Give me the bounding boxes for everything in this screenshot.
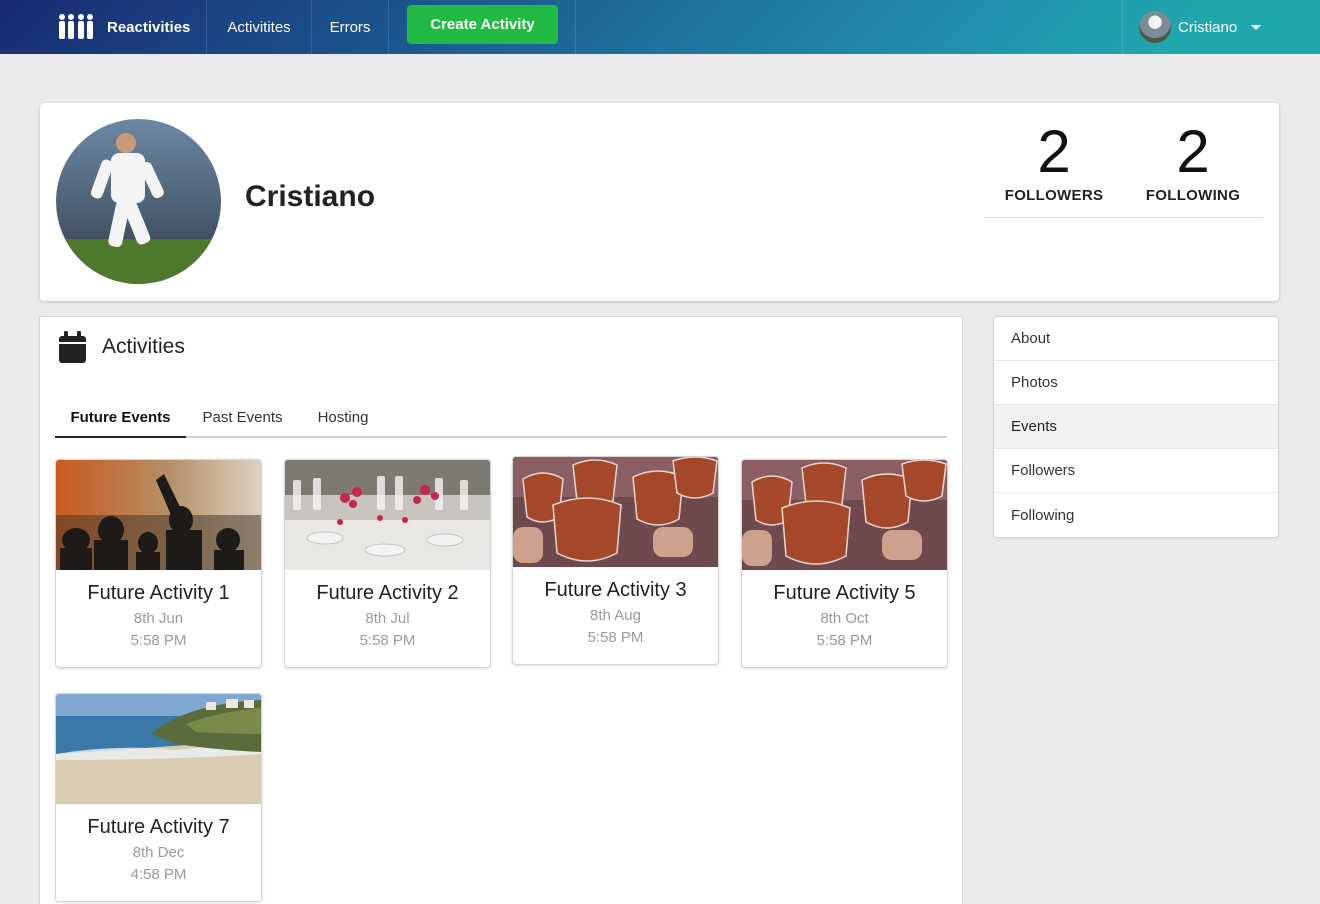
calendar-icon (59, 331, 86, 363)
followers-stat: 2 FOLLOWERS (984, 117, 1124, 204)
followers-label: FOLLOWERS (1004, 187, 1104, 204)
event-card[interactable]: Future Activity 5 8th Oct 5:58 PM (741, 459, 948, 668)
brand-label: Reactivities (107, 18, 191, 36)
profile-header: Cristiano 2 FOLLOWERS 2 FOLLOWING (40, 103, 1279, 301)
brand-link[interactable]: Reactivities (40, 0, 206, 54)
event-date: 8th Jul (365, 610, 410, 627)
nav-divider (388, 0, 389, 54)
following-count: 2 (1176, 118, 1210, 185)
nav-activities-link[interactable]: Activitites (207, 0, 311, 54)
event-card[interactable]: Future Activity 7 8th Dec 4:58 PM (55, 693, 262, 902)
event-time: 5:58 PM (130, 632, 187, 649)
activities-title: Activities (102, 335, 185, 358)
side-menu-photos[interactable]: Photos (994, 361, 1278, 405)
user-avatar (1139, 11, 1171, 43)
following-stat: 2 FOLLOWING (1123, 117, 1263, 204)
event-image-beach (56, 694, 261, 804)
event-tabs: Future Events Past Events Hosting (55, 397, 947, 438)
event-card[interactable]: Future Activity 3 8th Aug 5:58 PM (512, 456, 719, 665)
event-image-concert (56, 460, 261, 570)
user-menu-dropdown[interactable]: Cristiano (1123, 0, 1280, 54)
nav-errors-link[interactable]: Errors (312, 0, 388, 54)
side-menu-followers[interactable]: Followers (994, 449, 1278, 493)
event-image-drinks (742, 460, 947, 570)
active-tab-indicator (55, 436, 186, 438)
activities-header: Activities (59, 331, 185, 363)
event-time: 5:58 PM (816, 632, 873, 649)
people-logo-icon (59, 14, 93, 39)
event-image-drinks (513, 457, 718, 567)
create-activity-button[interactable]: Create Activity (407, 5, 558, 44)
stats-divider (984, 217, 1263, 218)
event-title: Future Activity 2 (316, 582, 459, 604)
tab-hosting[interactable]: Hosting (299, 397, 387, 438)
event-date: 8th Dec (132, 844, 185, 861)
following-label: FOLLOWING (1145, 187, 1241, 204)
event-date: 8th Jun (133, 610, 184, 627)
nav-divider (575, 0, 576, 54)
event-image-dinner-table (285, 460, 490, 570)
event-date: 8th Oct (820, 610, 869, 627)
side-menu-following[interactable]: Following (994, 493, 1278, 537)
side-menu-events[interactable]: Events (994, 405, 1278, 449)
tab-past-events[interactable]: Past Events (186, 397, 299, 438)
user-name: Cristiano (1178, 18, 1238, 36)
profile-name: Cristiano (245, 180, 376, 213)
followers-count: 2 (1037, 118, 1071, 185)
event-title: Future Activity 5 (773, 582, 916, 604)
tab-future-events[interactable]: Future Events (55, 397, 186, 438)
event-title: Future Activity 7 (87, 816, 230, 838)
event-title: Future Activity 3 (544, 579, 687, 601)
profile-avatar (56, 119, 221, 284)
top-navbar: Reactivities Activitites Errors Create A… (0, 0, 1320, 54)
event-time: 5:58 PM (587, 629, 644, 646)
event-time: 5:58 PM (359, 632, 416, 649)
side-menu-about[interactable]: About (994, 317, 1278, 361)
event-date: 8th Aug (590, 607, 641, 624)
event-time: 4:58 PM (130, 866, 187, 883)
activities-panel: Activities Future Events Past Events Hos… (39, 316, 963, 904)
event-card[interactable]: Future Activity 1 8th Jun 5:58 PM (55, 459, 262, 668)
caret-down-icon (1251, 24, 1262, 30)
event-title: Future Activity 1 (87, 582, 230, 604)
event-card[interactable]: Future Activity 2 8th Jul 5:58 PM (284, 459, 491, 668)
profile-side-menu: About Photos Events Followers Following (993, 316, 1279, 538)
